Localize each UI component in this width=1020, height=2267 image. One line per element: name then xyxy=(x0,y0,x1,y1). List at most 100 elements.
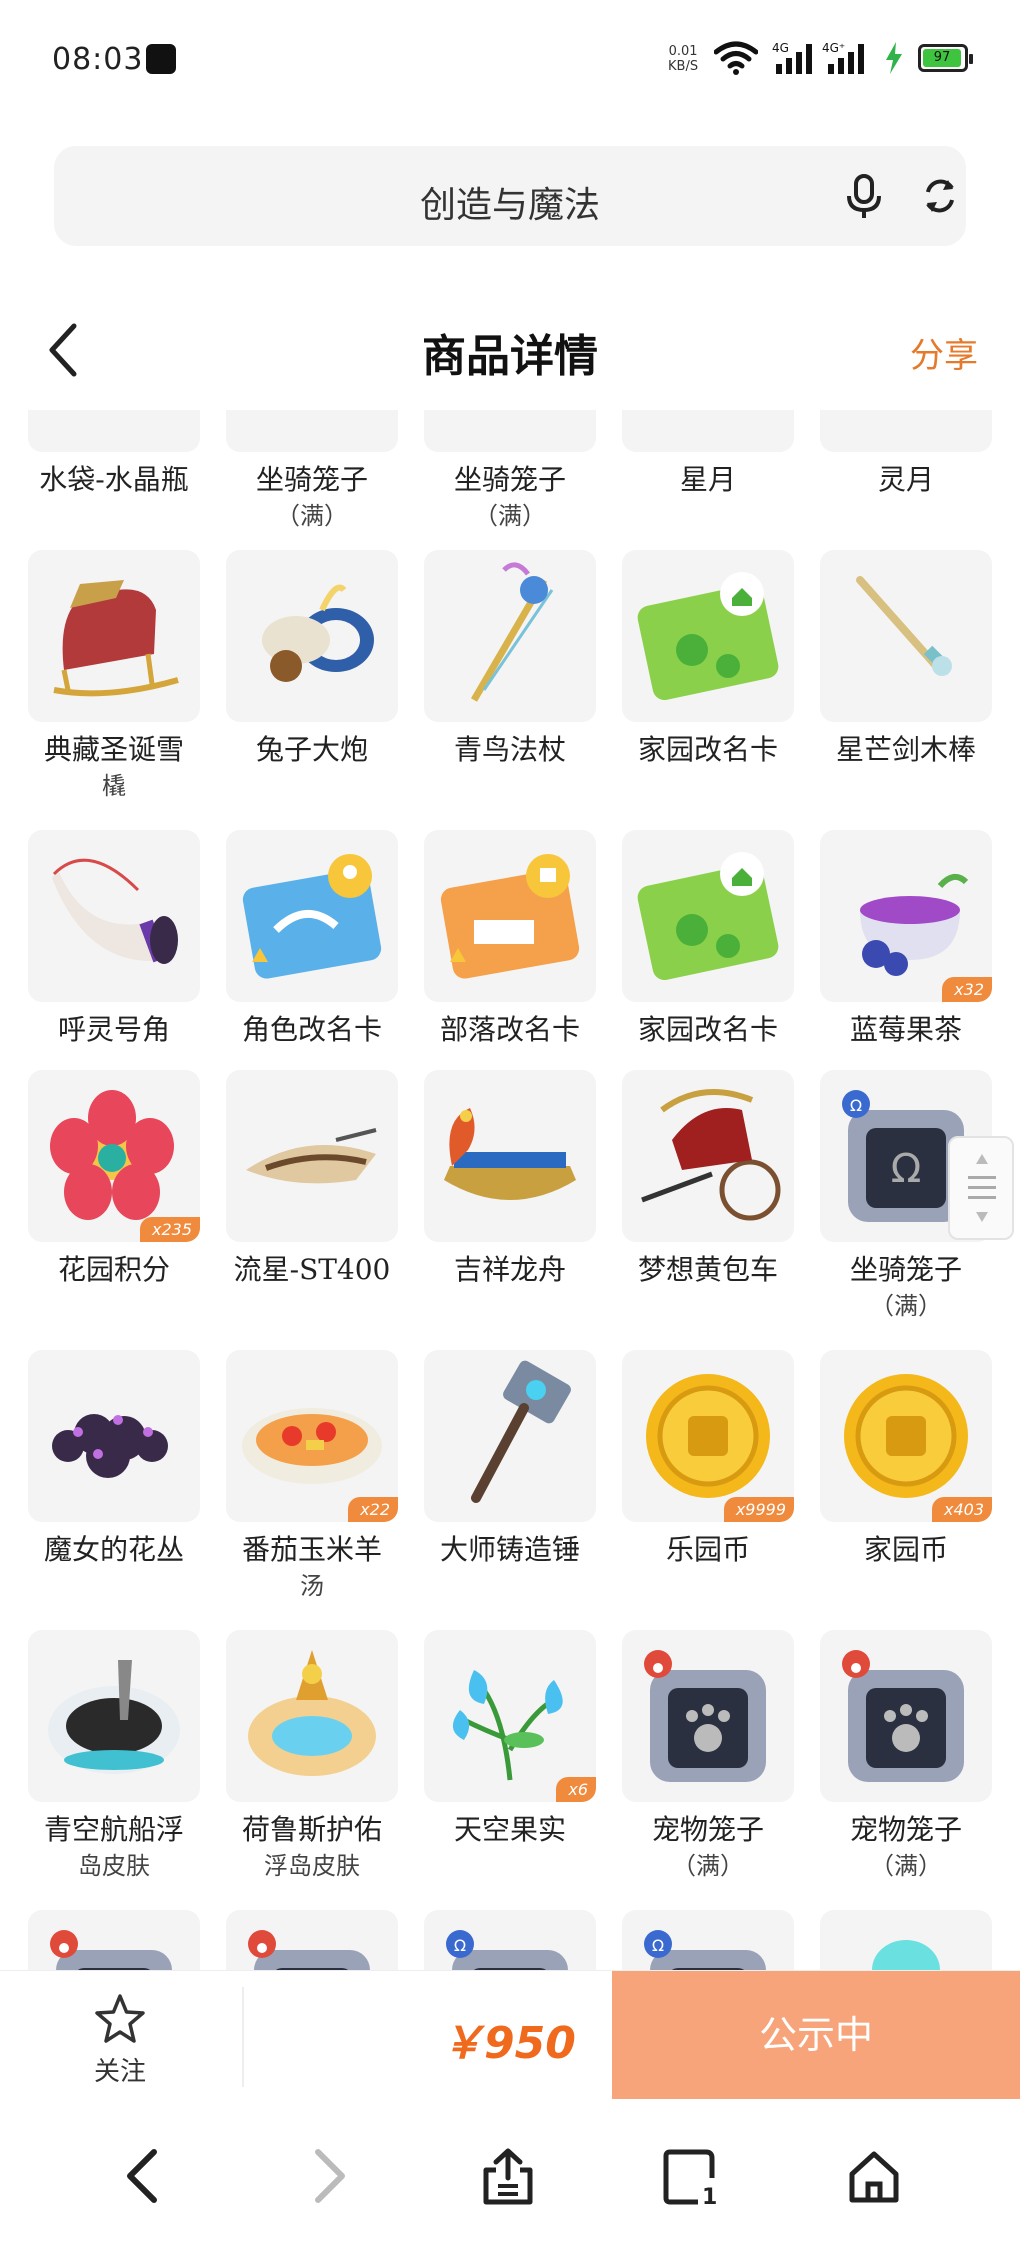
glider-icon xyxy=(246,1128,377,1184)
item-thumbnail xyxy=(820,550,992,722)
grid-item[interactable]: 兔子大炮 xyxy=(226,550,398,770)
grid-item-partial[interactable]: ΩΩ xyxy=(424,1910,596,1970)
tabs-icon[interactable]: 1 xyxy=(662,2148,722,2206)
item-thumbnail xyxy=(820,410,992,452)
grid-item[interactable]: x32 蓝莓果茶 xyxy=(820,830,992,1050)
grid-item[interactable]: 家园改名卡 xyxy=(622,550,794,770)
grid-item[interactable]: x22 番茄玉米羊汤 xyxy=(226,1350,398,1602)
grid-item[interactable]: x403 家园币 xyxy=(820,1350,992,1570)
hammer-icon xyxy=(471,1360,571,1503)
item-thumbnail xyxy=(622,1630,794,1802)
item-name: 坐骑笼子 xyxy=(453,463,566,496)
scroll-handle[interactable] xyxy=(948,1136,1014,1240)
horn-icon xyxy=(52,858,178,964)
grid-item[interactable]: x9999 乐园币 xyxy=(622,1350,794,1570)
green-card-icon xyxy=(637,852,779,981)
item-name: 吉祥龙舟 xyxy=(453,1253,566,1286)
star-icon xyxy=(95,1994,145,2043)
svg-text:Ω: Ω xyxy=(850,1096,862,1115)
item-name: 呼灵号角 xyxy=(57,1013,170,1046)
grid-item[interactable]: 部落改名卡 xyxy=(424,830,596,1050)
item-name: 梦想黄包车 xyxy=(637,1253,778,1286)
share-button[interactable]: 分享 xyxy=(910,328,978,377)
grid-item[interactable]: 青空航船浮 岛皮肤 xyxy=(28,1630,200,1882)
grid-item[interactable]: 流星-ST400 xyxy=(226,1070,398,1290)
item-thumbnail: x6 xyxy=(424,1630,596,1802)
grid-item[interactable]: 灵月 xyxy=(820,410,992,500)
battery-level: 97 xyxy=(923,49,961,67)
item-thumbnail: x9999 xyxy=(622,1350,794,1522)
item-name-continued: （满） xyxy=(870,1292,942,1320)
svg-text:4G: 4G xyxy=(772,41,789,55)
grid-item[interactable]: 典藏圣诞雪橇 xyxy=(28,550,200,802)
item-name-continued: （满） xyxy=(474,502,546,530)
battery-icon: 97 xyxy=(918,44,973,72)
network-speed-value: 0.01 xyxy=(668,44,698,59)
item-name: 番茄玉米羊 xyxy=(241,1533,382,1566)
item-thumbnail: ΩΩ xyxy=(424,1910,596,1970)
item-thumbnail xyxy=(226,1910,398,1970)
grid-item-partial[interactable] xyxy=(226,1910,398,1970)
grid-item[interactable]: x6 天空果实 xyxy=(424,1630,596,1850)
cannon-icon xyxy=(262,584,374,682)
item-name: 兔子大炮 xyxy=(255,733,368,766)
grid-item[interactable]: 宠物笼子 （满） xyxy=(622,1630,794,1882)
grid-item[interactable]: 坐骑笼子 （满） xyxy=(424,410,596,532)
item-grid-viewport[interactable]: 水袋-水晶瓶 坐骑笼子 （满） 坐骑笼子 （满） 星月 灵月 典藏圣诞雪橇兔子大炮 青鸟法杖 家园… xyxy=(0,410,1020,1970)
grid-item[interactable]: 家园改名卡 xyxy=(622,830,794,1050)
quantity-badge: x32 xyxy=(942,977,992,1002)
grid-item[interactable]: 吉祥龙舟 xyxy=(424,1070,596,1290)
grid-item[interactable]: 星月 xyxy=(622,410,794,500)
grid-item[interactable]: 坐骑笼子 （满） xyxy=(226,410,398,532)
item-name: 宠物笼子 xyxy=(651,1813,764,1846)
home-icon[interactable] xyxy=(846,2148,902,2206)
item-name: 角色改名卡 xyxy=(241,1013,382,1046)
grid-item-partial[interactable]: ΩΩ xyxy=(622,1910,794,1970)
item-thumbnail xyxy=(226,550,398,722)
search-bar[interactable]: 创造与魔法 xyxy=(54,146,966,246)
grid-item[interactable]: 大师铸造锤 xyxy=(424,1350,596,1570)
back-icon[interactable] xyxy=(122,2148,162,2204)
item-thumbnail xyxy=(226,1630,398,1802)
staff-icon xyxy=(470,562,554,702)
item-name: 家园改名卡 xyxy=(637,733,778,766)
item-name: 家园币 xyxy=(863,1533,948,1566)
item-name: 流星-ST400 xyxy=(233,1253,391,1286)
item-thumbnail: x32 xyxy=(820,830,992,1002)
forward-icon[interactable] xyxy=(310,2148,350,2204)
grid-item-partial[interactable] xyxy=(820,1910,992,1970)
item-name: 乐园币 xyxy=(665,1533,750,1566)
cage-pet-icon xyxy=(644,1650,766,1782)
microphone-icon[interactable] xyxy=(844,174,884,220)
grid-item-partial[interactable] xyxy=(28,1910,200,1970)
grid-item[interactable]: 青鸟法杖 xyxy=(424,550,596,770)
item-thumbnail xyxy=(424,550,596,722)
grid-item[interactable]: 荷鲁斯护佑 浮岛皮肤 xyxy=(226,1630,398,1882)
grid-item[interactable]: 魔女的花丛 xyxy=(28,1350,200,1570)
publicity-button[interactable]: 公示中 xyxy=(612,1971,1020,2099)
grid-item[interactable]: 水袋-水晶瓶 xyxy=(28,410,200,500)
grid-item[interactable]: x235 花园积分 xyxy=(28,1070,200,1290)
wifi-icon xyxy=(714,41,758,75)
item-name-continued: （满） xyxy=(276,502,348,530)
partial-icon xyxy=(424,410,596,452)
grid-item[interactable]: 梦想黄包车 xyxy=(622,1070,794,1290)
search-query[interactable]: 创造与魔法 xyxy=(54,176,966,228)
svg-text:4G⁺: 4G⁺ xyxy=(822,41,845,55)
item-name-continued: 岛皮肤 xyxy=(78,1852,150,1880)
grid-item[interactable]: 角色改名卡 xyxy=(226,830,398,1050)
item-name: 灵月 xyxy=(877,463,934,496)
price: ￥950 xyxy=(440,2018,576,2069)
cellular-signal-icon: 4G xyxy=(772,41,812,74)
follow-button[interactable]: 关注 xyxy=(60,1993,180,2088)
network-speed-unit: KB/S xyxy=(668,59,699,74)
grid-item[interactable]: 星芒剑木棒 xyxy=(820,550,992,770)
share-upload-icon[interactable] xyxy=(480,2148,536,2206)
grid-item[interactable]: 宠物笼子 （满） xyxy=(820,1630,992,1882)
item-name: 青空航船浮 xyxy=(43,1813,184,1846)
item-name: 花园积分 xyxy=(57,1253,170,1286)
grid-item[interactable]: 呼灵号角 xyxy=(28,830,200,1050)
refresh-icon[interactable] xyxy=(920,176,960,216)
island-icon xyxy=(48,1660,180,1774)
item-thumbnail xyxy=(424,410,596,452)
